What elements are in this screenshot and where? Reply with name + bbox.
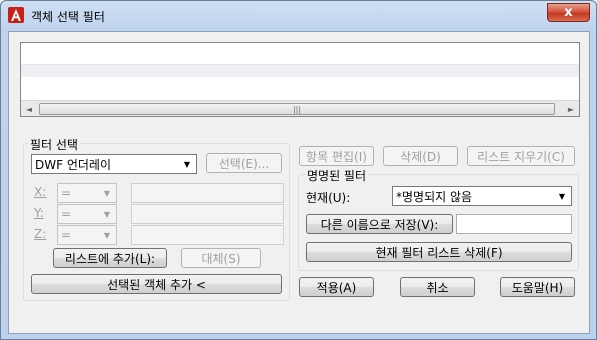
chevron-down-icon: ▼	[558, 191, 566, 201]
cancel-button[interactable]: 취소	[400, 277, 475, 297]
named-filters-group-label: 명명된 필터	[305, 167, 369, 184]
save-as-name-field[interactable]	[456, 214, 572, 234]
chevron-down-icon: ▼	[103, 230, 111, 240]
x-value-field[interactable]	[131, 183, 284, 203]
scroll-thumb[interactable]: |||	[39, 103, 555, 115]
chevron-down-icon: ▼	[103, 188, 111, 198]
filter-type-value: DWF 언더레이	[35, 157, 111, 172]
current-filter-label: 현재(U):	[306, 191, 351, 205]
title-bar[interactable]: 객체 선택 필터 x	[1, 1, 596, 31]
filter-type-dropdown[interactable]: DWF 언더레이 ▼	[31, 154, 197, 174]
current-filter-value: *명명되지 않음	[396, 189, 473, 204]
save-as-button[interactable]: 다른 이름으로 저장(V):	[306, 214, 453, 234]
help-button[interactable]: 도움말(H)	[500, 277, 575, 297]
close-button[interactable]: x	[547, 3, 590, 22]
scroll-grip-icon: |||	[292, 104, 302, 114]
scroll-right-icon[interactable]: ►	[563, 101, 579, 117]
x-operator-value: =	[61, 186, 72, 200]
z-value-field[interactable]	[131, 225, 284, 245]
z-operator-dropdown[interactable]: = ▼	[57, 225, 117, 245]
y-operator-value: =	[61, 207, 72, 221]
close-icon: x	[564, 5, 573, 20]
dialog-window: 객체 선택 필터 x ◄ ||| ► 필터 선택 DWF 언더레이 ▼ 선택(E…	[0, 0, 597, 340]
edit-item-button[interactable]: 항목 편집(I)	[299, 146, 374, 166]
z-operator-value: =	[61, 228, 72, 242]
add-to-list-button[interactable]: 리스트에 추가(L):	[53, 248, 167, 268]
add-selected-object-button[interactable]: 선택된 객체 추가 <	[31, 274, 282, 294]
delete-current-filter-button[interactable]: 현재 필터 리스트 삭제(F)	[306, 242, 572, 262]
select-button[interactable]: 선택(E)...	[206, 153, 282, 173]
scroll-left-icon[interactable]: ◄	[21, 101, 37, 117]
chevron-down-icon: ▼	[183, 159, 191, 169]
dialog-body: ◄ ||| ► 필터 선택 DWF 언더레이 ▼ 선택(E)... X: = ▼…	[8, 31, 590, 334]
filter-list[interactable]: ◄ ||| ►	[20, 42, 580, 117]
current-filter-dropdown[interactable]: *명명되지 않음 ▼	[392, 186, 572, 206]
replace-button[interactable]: 대체(S)	[181, 248, 261, 268]
z-label: Z:	[34, 227, 47, 241]
autocad-logo-icon	[8, 7, 24, 23]
y-operator-dropdown[interactable]: = ▼	[57, 204, 117, 224]
list-selected-row[interactable]	[21, 65, 579, 77]
apply-button[interactable]: 적용(A)	[299, 277, 374, 297]
y-value-field[interactable]	[131, 204, 284, 224]
clear-list-button[interactable]: 리스트 지우기(C)	[467, 146, 575, 166]
list-header	[21, 43, 579, 65]
x-label: X:	[34, 185, 47, 199]
chevron-down-icon: ▼	[103, 209, 111, 219]
delete-button[interactable]: 삭제(D)	[383, 146, 458, 166]
window-title: 객체 선택 필터	[31, 10, 105, 24]
horizontal-scrollbar[interactable]: ◄ ||| ►	[21, 100, 579, 116]
y-label: Y:	[34, 206, 44, 220]
select-filter-group-label: 필터 선택	[28, 136, 80, 153]
x-operator-dropdown[interactable]: = ▼	[57, 183, 117, 203]
